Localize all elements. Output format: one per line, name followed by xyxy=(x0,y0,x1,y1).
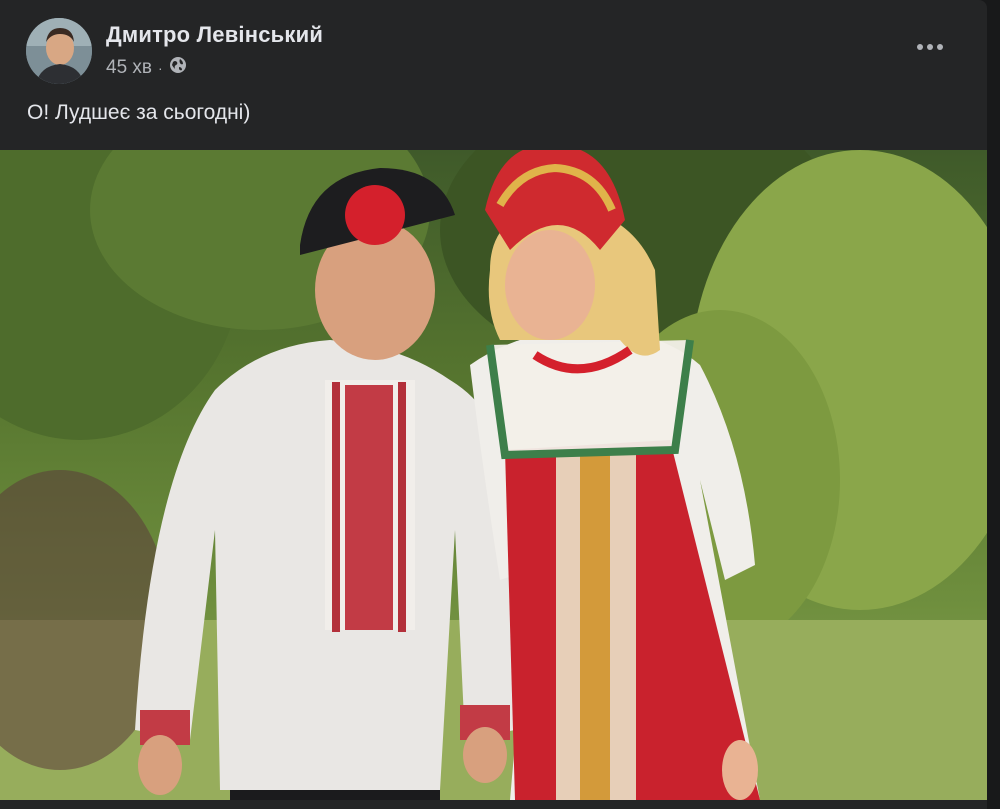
author-name[interactable]: Дмитро Левінський xyxy=(106,22,323,48)
globe-icon[interactable] xyxy=(169,56,187,80)
post-photo[interactable] xyxy=(0,150,987,800)
post-meta: 45 хв · xyxy=(106,56,187,80)
avatar-image xyxy=(26,18,92,84)
post-timestamp[interactable]: 45 хв xyxy=(106,57,152,79)
post-footer-spacer xyxy=(0,800,987,809)
photo-illustration xyxy=(0,150,987,800)
separator-dot: · xyxy=(158,60,163,76)
more-options-icon[interactable] xyxy=(908,32,952,62)
post-text: О! Лудшеє за сьогодні) xyxy=(27,101,251,124)
author-avatar[interactable] xyxy=(26,18,92,84)
post-card: Дмитро Левінський 45 хв · О! Лудшеє за с… xyxy=(0,0,987,809)
